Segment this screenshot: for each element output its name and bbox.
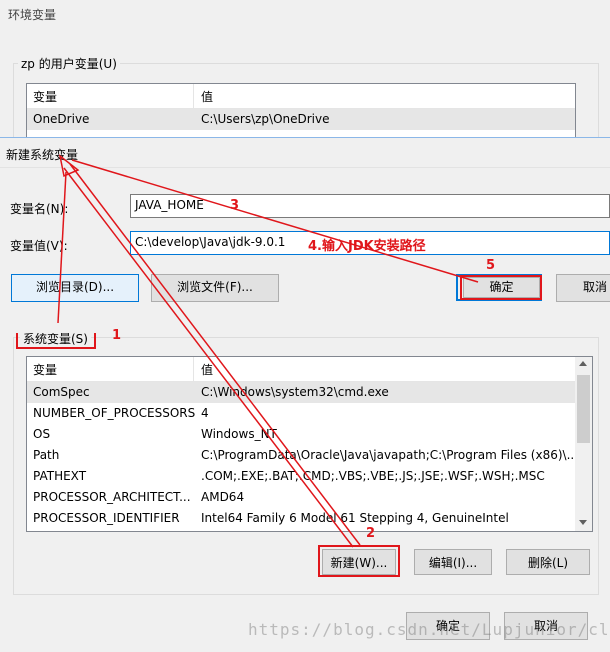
annotation-arrows	[57, 154, 479, 548]
watermark: https://blog.csdn.net/Lupjunior/class	[248, 620, 610, 639]
